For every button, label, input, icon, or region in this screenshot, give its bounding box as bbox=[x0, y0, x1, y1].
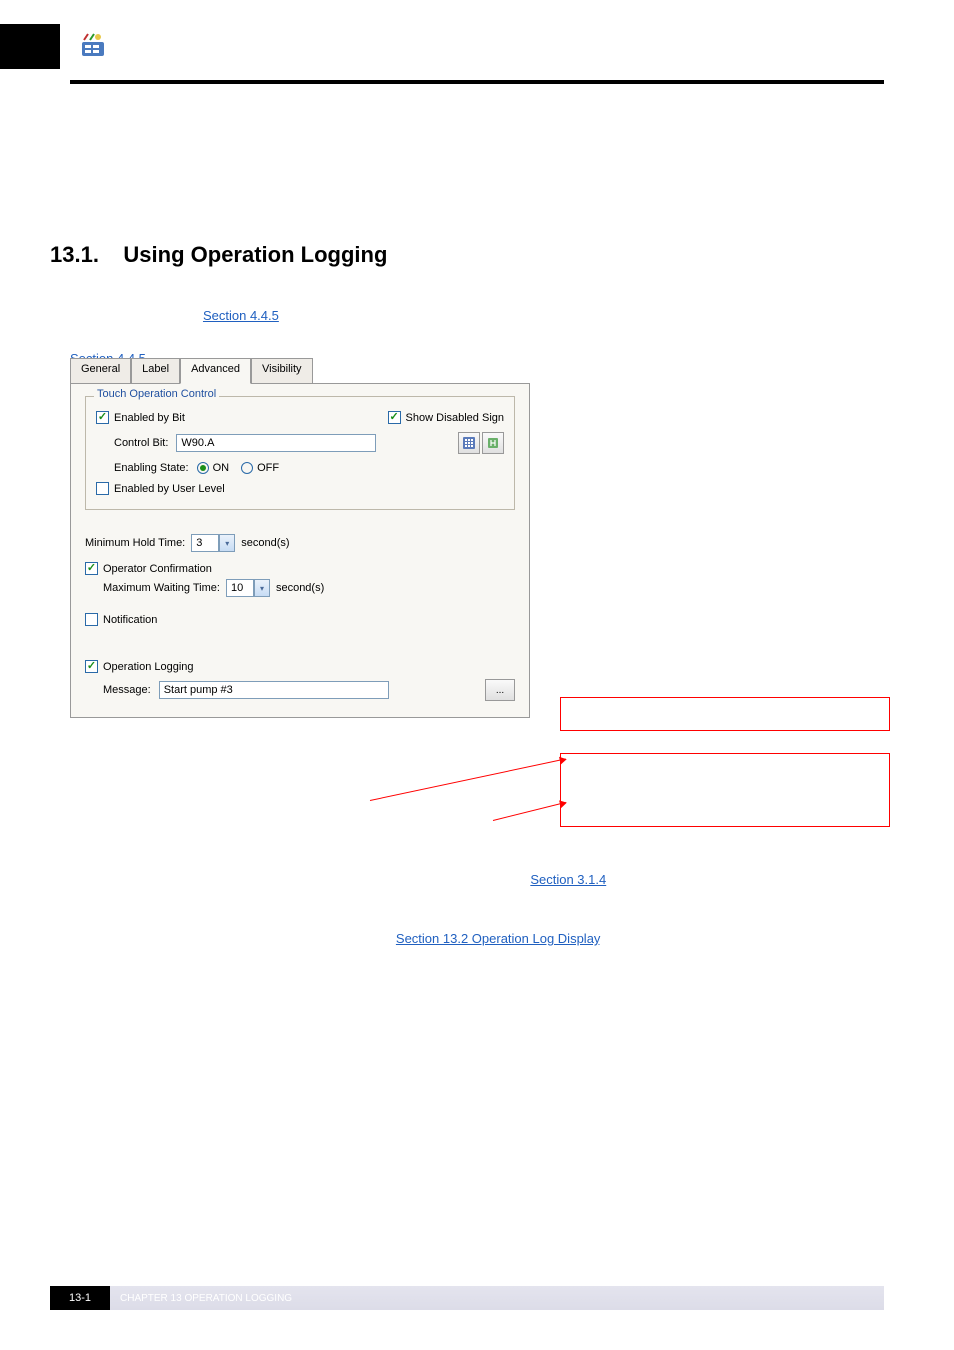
label-operation-logging: Operation Logging bbox=[103, 661, 194, 673]
link-section-132[interactable]: Section 13.2 Operation Log Display bbox=[396, 931, 600, 946]
checkbox-notification[interactable] bbox=[85, 613, 98, 626]
radio-off[interactable] bbox=[241, 462, 253, 474]
input-control-bit[interactable] bbox=[176, 434, 376, 452]
object-dialog: General Label Advanced Visibility Touch … bbox=[70, 358, 530, 858]
checkbox-enabled-by-bit[interactable] bbox=[96, 411, 109, 424]
page-header-black-box bbox=[0, 24, 60, 69]
footer-page-number: 13-1 bbox=[50, 1286, 110, 1310]
input-min-hold[interactable] bbox=[191, 534, 219, 552]
label-operator-confirm: Operator Confirmation bbox=[103, 563, 212, 575]
message-browse-button[interactable]: ... bbox=[485, 679, 515, 701]
checkbox-enabled-user-level[interactable] bbox=[96, 482, 109, 495]
label-max-wait: Maximum Waiting Time: bbox=[103, 582, 220, 594]
page-footer: 13-1 CHAPTER 13 OPERATION LOGGING bbox=[50, 1286, 884, 1310]
label-enabling-state: Enabling State: bbox=[114, 462, 189, 474]
annotation-message: The message to show in the Operation Log… bbox=[560, 753, 890, 827]
group-touch-operation: Touch Operation Control Enabled by Bit S… bbox=[85, 396, 515, 510]
paragraph-1: To enable operation logging, you need to… bbox=[70, 286, 884, 345]
link-section-445[interactable]: Section 4.4.5 bbox=[203, 308, 279, 323]
label-enabled-user-level: Enabled by User Level bbox=[114, 483, 225, 495]
label-seconds-1: second(s) bbox=[241, 537, 289, 549]
label-message: Message: bbox=[103, 684, 151, 696]
section-heading: Using Operation Logging bbox=[123, 242, 387, 267]
spin-min-hold[interactable]: ▾ bbox=[219, 534, 235, 552]
label-control-bit: Control Bit: bbox=[114, 437, 168, 449]
group-title-touch: Touch Operation Control bbox=[94, 388, 219, 400]
post-paragraph-2: To display a list of operation logs in r… bbox=[70, 929, 884, 949]
checkbox-operation-logging[interactable] bbox=[85, 660, 98, 673]
post-paragraph-1: To decide the size of the memory allocat… bbox=[70, 870, 884, 909]
link-section-314[interactable]: Section 3.1.4 bbox=[530, 872, 606, 887]
tag-icon-button[interactable] bbox=[482, 432, 504, 454]
label-off: OFF bbox=[257, 462, 279, 474]
label-min-hold: Minimum Hold Time: bbox=[85, 537, 185, 549]
label-show-disabled: Show Disabled Sign bbox=[406, 412, 504, 424]
spin-max-wait[interactable]: ▾ bbox=[254, 579, 270, 597]
label-enabled-by-bit: Enabled by Bit bbox=[114, 412, 185, 424]
input-max-wait[interactable] bbox=[226, 579, 254, 597]
tab-general[interactable]: General bbox=[70, 358, 131, 384]
section-title: 13.1. Using Operation Logging bbox=[50, 242, 884, 268]
chevron-down-icon: ▾ bbox=[260, 584, 264, 593]
header-divider bbox=[70, 80, 884, 84]
app-icon bbox=[80, 32, 108, 60]
annotation-checkbox: Check this option so the operation of th… bbox=[560, 697, 890, 731]
checkbox-operator-confirm[interactable] bbox=[85, 562, 98, 575]
input-message[interactable] bbox=[159, 681, 389, 699]
chapter-title: CHAPTER 13 OPERATION LOGGING bbox=[70, 114, 884, 153]
footer-chapter-label: CHAPTER 13 OPERATION LOGGING bbox=[110, 1286, 884, 1310]
keypad-icon-button[interactable] bbox=[458, 432, 480, 454]
checkbox-show-disabled[interactable] bbox=[388, 411, 401, 424]
tab-advanced[interactable]: Advanced bbox=[180, 358, 251, 384]
tab-visibility[interactable]: Visibility bbox=[251, 358, 313, 384]
chevron-down-icon: ▾ bbox=[225, 539, 229, 548]
radio-on[interactable] bbox=[197, 462, 209, 474]
label-seconds-2: second(s) bbox=[276, 582, 324, 594]
header-chapter-number: 13 bbox=[894, 35, 914, 56]
chapter-intro: The Panel can monitor specified touch op… bbox=[70, 173, 884, 212]
section-number: 13.1. bbox=[50, 242, 99, 267]
label-notification: Notification bbox=[103, 614, 157, 626]
tab-label[interactable]: Label bbox=[131, 358, 180, 384]
label-on: ON bbox=[213, 462, 230, 474]
